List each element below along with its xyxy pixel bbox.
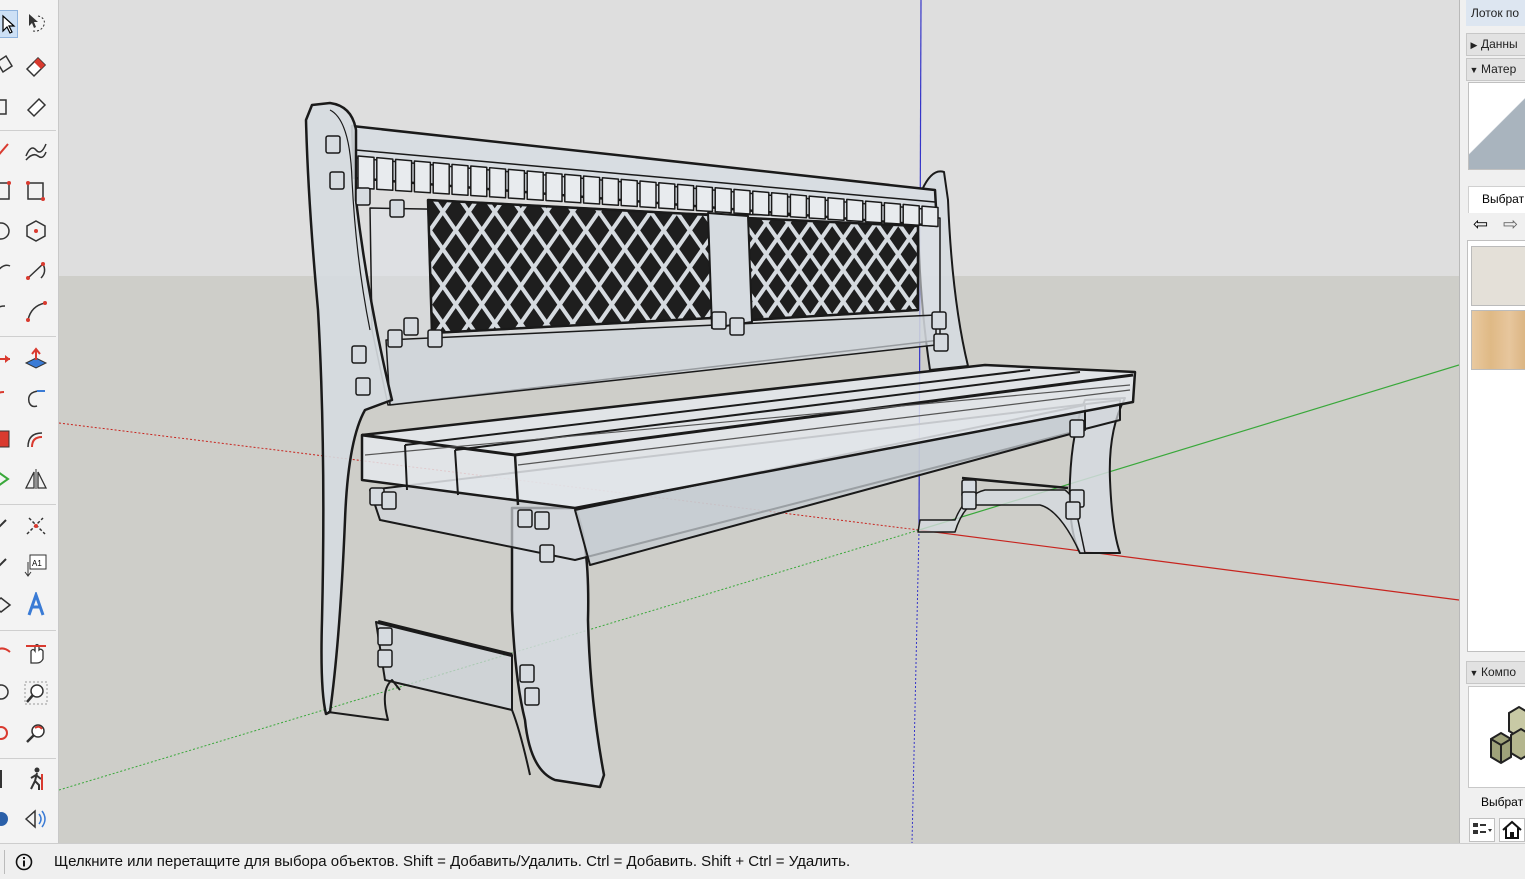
materials-panel-header[interactable]: ▼ Матер — [1466, 58, 1525, 81]
section-icon[interactable] — [0, 466, 16, 492]
materials-label: Матер — [1481, 62, 1517, 76]
expanded-arrow-icon-2: ▼ — [1469, 668, 1479, 678]
bench-model-canvas[interactable] — [59, 0, 1459, 843]
zoom-extents-icon[interactable] — [0, 720, 14, 746]
push-pull-icon[interactable] — [23, 346, 49, 372]
tag-icon[interactable] — [0, 94, 18, 120]
circle-icon[interactable] — [0, 218, 14, 244]
svg-text:A1: A1 — [32, 559, 42, 568]
position-camera-icon[interactable] — [0, 766, 14, 792]
text-label-icon[interactable]: A1 — [23, 552, 49, 578]
collapsed-arrow-icon: ▶ — [1470, 40, 1478, 50]
3d-text-icon[interactable] — [23, 592, 49, 618]
arc-icon[interactable] — [0, 258, 14, 284]
cubes-icon — [1490, 705, 1525, 765]
mirror-icon[interactable] — [23, 466, 49, 492]
home-icon[interactable] — [1499, 818, 1525, 842]
status-left-divider — [4, 850, 5, 874]
material-preview-swatch — [1468, 82, 1525, 170]
zoom-icon[interactable] — [23, 680, 49, 706]
follow-me-icon[interactable] — [23, 386, 49, 412]
pan-icon[interactable] — [23, 640, 49, 666]
look-around-icon[interactable] — [0, 806, 14, 832]
info-icon[interactable] — [15, 853, 33, 871]
lasso-select-icon[interactable] — [23, 10, 49, 36]
left-toolbar: A1 — [0, 0, 59, 843]
material-swatch-wood[interactable] — [1471, 310, 1525, 370]
status-hint: Щелкните или перетащите для выбора объек… — [54, 853, 851, 870]
axes-icon[interactable] — [23, 512, 49, 538]
scale-icon[interactable] — [0, 426, 16, 452]
move-icon[interactable] — [0, 346, 14, 372]
back-arrow-icon[interactable]: ⇦ — [1473, 214, 1488, 235]
arc-3pt-icon[interactable] — [23, 298, 49, 324]
materials-select-tab[interactable]: Выбрат — [1468, 186, 1525, 213]
line-icon[interactable] — [0, 138, 18, 164]
dimension-icon[interactable] — [0, 552, 14, 578]
components-select-tab[interactable]: Выбрат — [1468, 790, 1525, 814]
status-bar: Щелкните или перетащите для выбора объек… — [0, 843, 1525, 879]
rectangle-icon[interactable] — [0, 178, 16, 204]
forward-arrow-icon[interactable]: ⇨ — [1503, 214, 1518, 235]
model-viewport[interactable] — [59, 0, 1459, 843]
tape-measure-icon[interactable] — [0, 512, 14, 538]
eraser-icon[interactable] — [23, 52, 49, 78]
entity-info-panel-header[interactable]: ▶ Данны — [1466, 33, 1525, 56]
polygon-icon[interactable] — [23, 218, 49, 244]
tray-title: Лоток по — [1466, 0, 1525, 26]
component-preview — [1468, 686, 1525, 788]
components-panel-header[interactable]: ▼ Компо — [1466, 661, 1525, 684]
freehand-icon[interactable] — [23, 138, 49, 164]
select-icon[interactable] — [0, 10, 18, 38]
previous-view-icon[interactable] — [23, 720, 49, 746]
pie-arc-icon[interactable] — [23, 258, 49, 284]
protractor-icon[interactable] — [0, 592, 14, 618]
section-plane-icon[interactable] — [23, 806, 49, 832]
rotated-rectangle-icon[interactable] — [23, 178, 49, 204]
orbit-icon[interactable] — [0, 640, 14, 666]
arc-2pt-icon[interactable] — [0, 298, 14, 324]
expanded-arrow-icon: ▼ — [1469, 65, 1479, 75]
eraser-shape-icon[interactable] — [23, 94, 49, 120]
paint-bucket-icon[interactable] — [0, 52, 18, 78]
entity-info-label: Данны — [1481, 37, 1518, 51]
offset-icon[interactable] — [23, 426, 49, 452]
materials-list[interactable] — [1467, 240, 1525, 652]
zoom-window-icon[interactable] — [0, 680, 14, 706]
walk-icon[interactable] — [23, 766, 49, 792]
material-swatch-stone[interactable] — [1471, 246, 1525, 306]
view-options-icon[interactable] — [1469, 818, 1495, 842]
rotate-icon[interactable] — [0, 386, 14, 412]
default-tray: Лоток по ▶ Данны ▼ Матер Выбрат ⇦ ⇨ ▼ Компо… — [1459, 0, 1525, 843]
components-label: Компо — [1481, 665, 1517, 679]
